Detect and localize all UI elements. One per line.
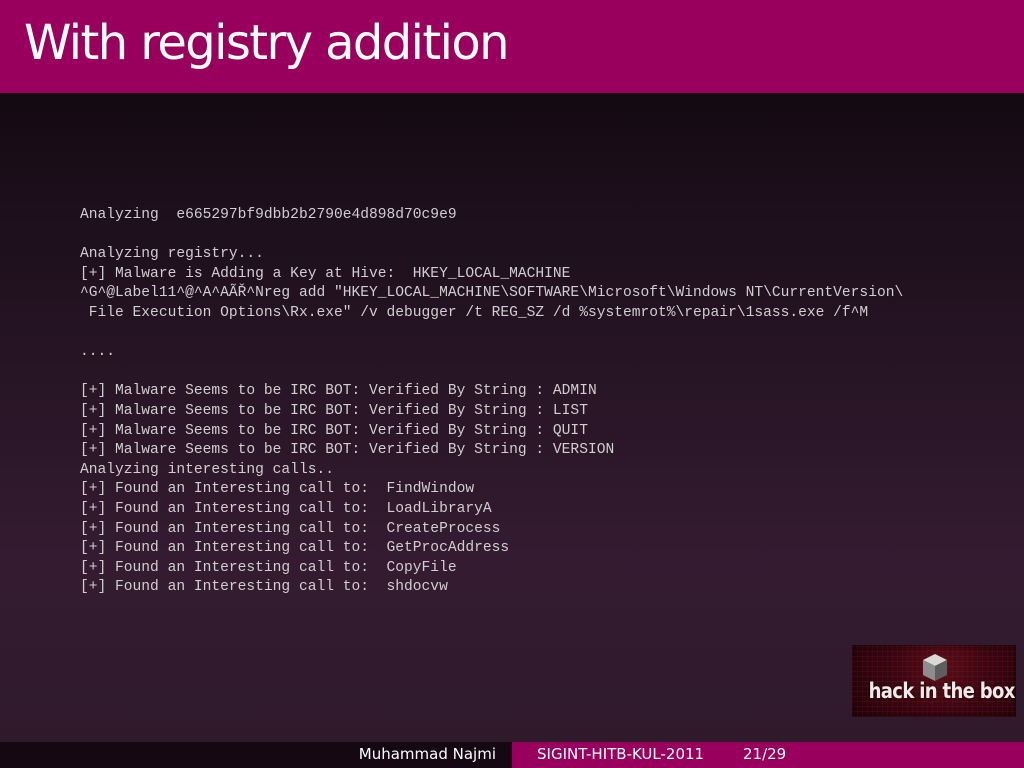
terminal-line: [+] Found an Interesting call to: FindWi… — [80, 481, 475, 498]
slide-footer: Muhammad Najmi SIGINT-HITB-KUL-2011 21/2… — [0, 742, 1024, 768]
terminal-line: .... — [80, 344, 116, 361]
footer-event: SIGINT-HITB-KUL-2011 — [537, 745, 705, 763]
terminal-line: Analyzing interesting calls.. — [80, 461, 334, 478]
terminal-line: Analyzing registry... — [80, 246, 264, 263]
terminal-line: [+] Found an Interesting call to: Create… — [80, 520, 501, 537]
terminal-line: [+] Malware is Adding a Key at Hive: HKE… — [80, 265, 571, 282]
terminal-line: [+] Found an Interesting call to: shdocv… — [80, 579, 448, 596]
terminal-line: ^G^@Label11^@^A^AÃŘ^Nreg add "HKEY_LOCAL… — [80, 285, 904, 302]
terminal-line: [+] Malware Seems to be IRC BOT: Verifie… — [80, 442, 615, 459]
slide-title: With registry addition — [24, 15, 510, 71]
terminal-line: [+] Malware Seems to be IRC BOT: Verifie… — [80, 383, 597, 400]
terminal-line: [+] Found an Interesting call to: CopyFi… — [80, 559, 457, 576]
title-bar: With registry addition — [0, 0, 1024, 93]
footer-author: Muhammad Najmi — [358, 745, 496, 763]
terminal-line: [+] Malware Seems to be IRC BOT: Verifie… — [80, 422, 588, 439]
terminal-line: [+] Found an Interesting call to: GetPro… — [80, 540, 510, 557]
terminal-line: Analyzing e665297bf9dbb2b2790e4d898d70c9… — [80, 207, 457, 223]
terminal-line: [+] Found an Interesting call to: LoadLi… — [80, 500, 492, 517]
terminal-line: [+] Malware Seems to be IRC BOT: Verifie… — [80, 402, 588, 419]
logo-text: hack in the box — [868, 679, 1016, 703]
footer-right-panel: SIGINT-HITB-KUL-2011 21/29 — [512, 742, 1024, 768]
footer-left-panel: Muhammad Najmi — [0, 742, 512, 768]
terminal-output: Analyzing e665297bf9dbb2b2790e4d898d70c9… — [80, 206, 1024, 606]
hitb-logo: hack in the box — [852, 645, 1016, 717]
footer-page-number: 21/29 — [743, 745, 787, 763]
terminal-line: File Execution Options\Rx.exe" /v debugg… — [80, 304, 869, 321]
